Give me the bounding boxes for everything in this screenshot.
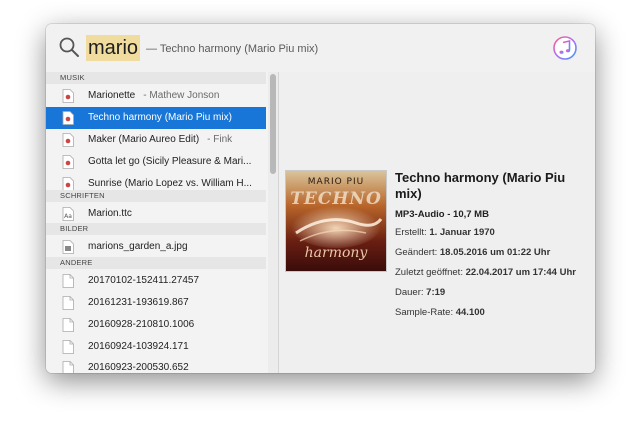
duration-value: 7:19 xyxy=(426,287,446,298)
list-item-subtitle: - Fink xyxy=(207,134,233,145)
list-item-subtitle: - Mathew Jonson xyxy=(143,90,220,101)
generic-file-icon xyxy=(62,296,74,310)
cover-bottom-text: harmony xyxy=(304,245,368,261)
opened-label: Zuletzt geöffnet: xyxy=(395,267,463,278)
search-input[interactable]: mario xyxy=(86,35,141,61)
list-item-title: Marionette xyxy=(88,90,136,101)
list-item[interactable]: Aa Marion.ttc xyxy=(46,203,266,225)
list-item[interactable]: marions_garden_a.jpg xyxy=(46,236,266,258)
section-header-images: BILDER xyxy=(46,223,266,235)
section-header-fonts: SCHRIFTEN xyxy=(46,190,266,202)
list-item-title: Gotta let go (Sicily Pleasure & Mari... xyxy=(88,156,252,167)
font-file-icon: Aa xyxy=(62,207,74,221)
list-item-title: Maker (Mario Aureo Edit) xyxy=(88,134,200,145)
created-label: Erstellt: xyxy=(395,227,427,238)
preview-info: Techno harmony (Mario Piu mix) MP3-Audio… xyxy=(395,170,590,319)
magnifier-icon xyxy=(59,37,79,57)
list-item-title: marions_garden_a.jpg xyxy=(88,241,188,252)
generic-file-icon xyxy=(62,361,74,373)
mp3-file-icon xyxy=(62,133,74,147)
list-item[interactable]: 20161231-193619.867 xyxy=(46,292,266,314)
list-item[interactable]: Maker (Mario Aureo Edit) - Fink xyxy=(46,129,266,151)
modified-value: 18.05.2016 um 01:22 Uhr xyxy=(439,247,551,258)
list-item-title: 20160924-103924.171 xyxy=(88,341,189,352)
preview-kind: MP3-Audio - 10,7 MB xyxy=(395,209,489,220)
mp3-file-icon xyxy=(62,155,74,169)
preview-sample-rate: Sample-Rate: 44.100 xyxy=(395,306,590,319)
preview-created: Erstellt: 1. Januar 1970 xyxy=(395,226,590,239)
search-completion-hint: — Techno harmony (Mario Piu mix) xyxy=(146,43,319,55)
mp3-file-icon xyxy=(62,89,74,103)
list-item[interactable]: Marionette - Mathew Jonson xyxy=(46,85,266,107)
mp3-file-icon xyxy=(62,177,74,191)
preview-duration: Dauer: 7:19 xyxy=(395,286,590,299)
list-item-selected[interactable]: Techno harmony (Mario Piu mix) xyxy=(46,107,266,129)
mp3-file-icon xyxy=(62,111,74,125)
list-item-title: 20160923-200530.652 xyxy=(88,362,189,373)
album-cover: MARIO PIU TECHNO harmony xyxy=(285,170,387,272)
samplerate-value: 44.100 xyxy=(455,307,485,318)
opened-value: 22.04.2017 um 17:44 Uhr xyxy=(465,267,576,278)
list-item-title: 20160928-210810.1006 xyxy=(88,319,195,330)
list-item[interactable]: 20170102-152411.27457 xyxy=(46,270,266,292)
section-header-other: ANDERE xyxy=(46,257,266,269)
preview-title: Techno harmony (Mario Piu mix) xyxy=(395,170,566,201)
results-list[interactable]: MUSIK Marionette - Mathew Jonson Techno h… xyxy=(46,72,278,373)
section-header-music: MUSIK xyxy=(46,72,266,84)
preview-modified: Geändert: 18.05.2016 um 01:22 Uhr xyxy=(395,246,590,259)
created-value: 1. Januar 1970 xyxy=(429,227,495,238)
generic-file-icon xyxy=(62,274,74,288)
duration-label: Dauer: xyxy=(395,287,424,298)
itunes-music-note-icon[interactable] xyxy=(553,36,577,60)
scrollbar-thumb[interactable] xyxy=(270,74,276,174)
generic-file-icon xyxy=(62,318,74,332)
list-item[interactable]: 20160928-210810.1006 xyxy=(46,314,266,336)
list-item[interactable]: 20160924-103924.171 xyxy=(46,336,266,358)
search-bar: mario — Techno harmony (Mario Piu mix) xyxy=(46,24,595,73)
list-item[interactable]: Gotta let go (Sicily Pleasure & Mari... xyxy=(46,151,266,173)
list-item-title: Marion.ttc xyxy=(88,208,132,219)
list-item-title: Sunrise (Mario Lopez vs. William H... xyxy=(88,178,252,189)
cover-artist-text: MARIO PIU xyxy=(307,177,365,187)
svg-text:Aa: Aa xyxy=(64,213,72,220)
preview-last-opened: Zuletzt geöffnet: 22.04.2017 um 17:44 Uh… xyxy=(395,266,590,279)
list-item[interactable]: 20160923-200530.652 xyxy=(46,357,266,373)
modified-label: Geändert: xyxy=(395,247,438,258)
list-item-title: 20161231-193619.867 xyxy=(88,297,189,308)
samplerate-label: Sample-Rate: xyxy=(395,307,454,318)
list-item-title: 20170102-152411.27457 xyxy=(88,275,200,286)
cover-title-text: TECHNO xyxy=(290,189,382,209)
generic-file-icon xyxy=(62,340,74,354)
image-file-icon xyxy=(62,240,74,254)
list-item-title: Techno harmony (Mario Piu mix) xyxy=(88,112,232,123)
